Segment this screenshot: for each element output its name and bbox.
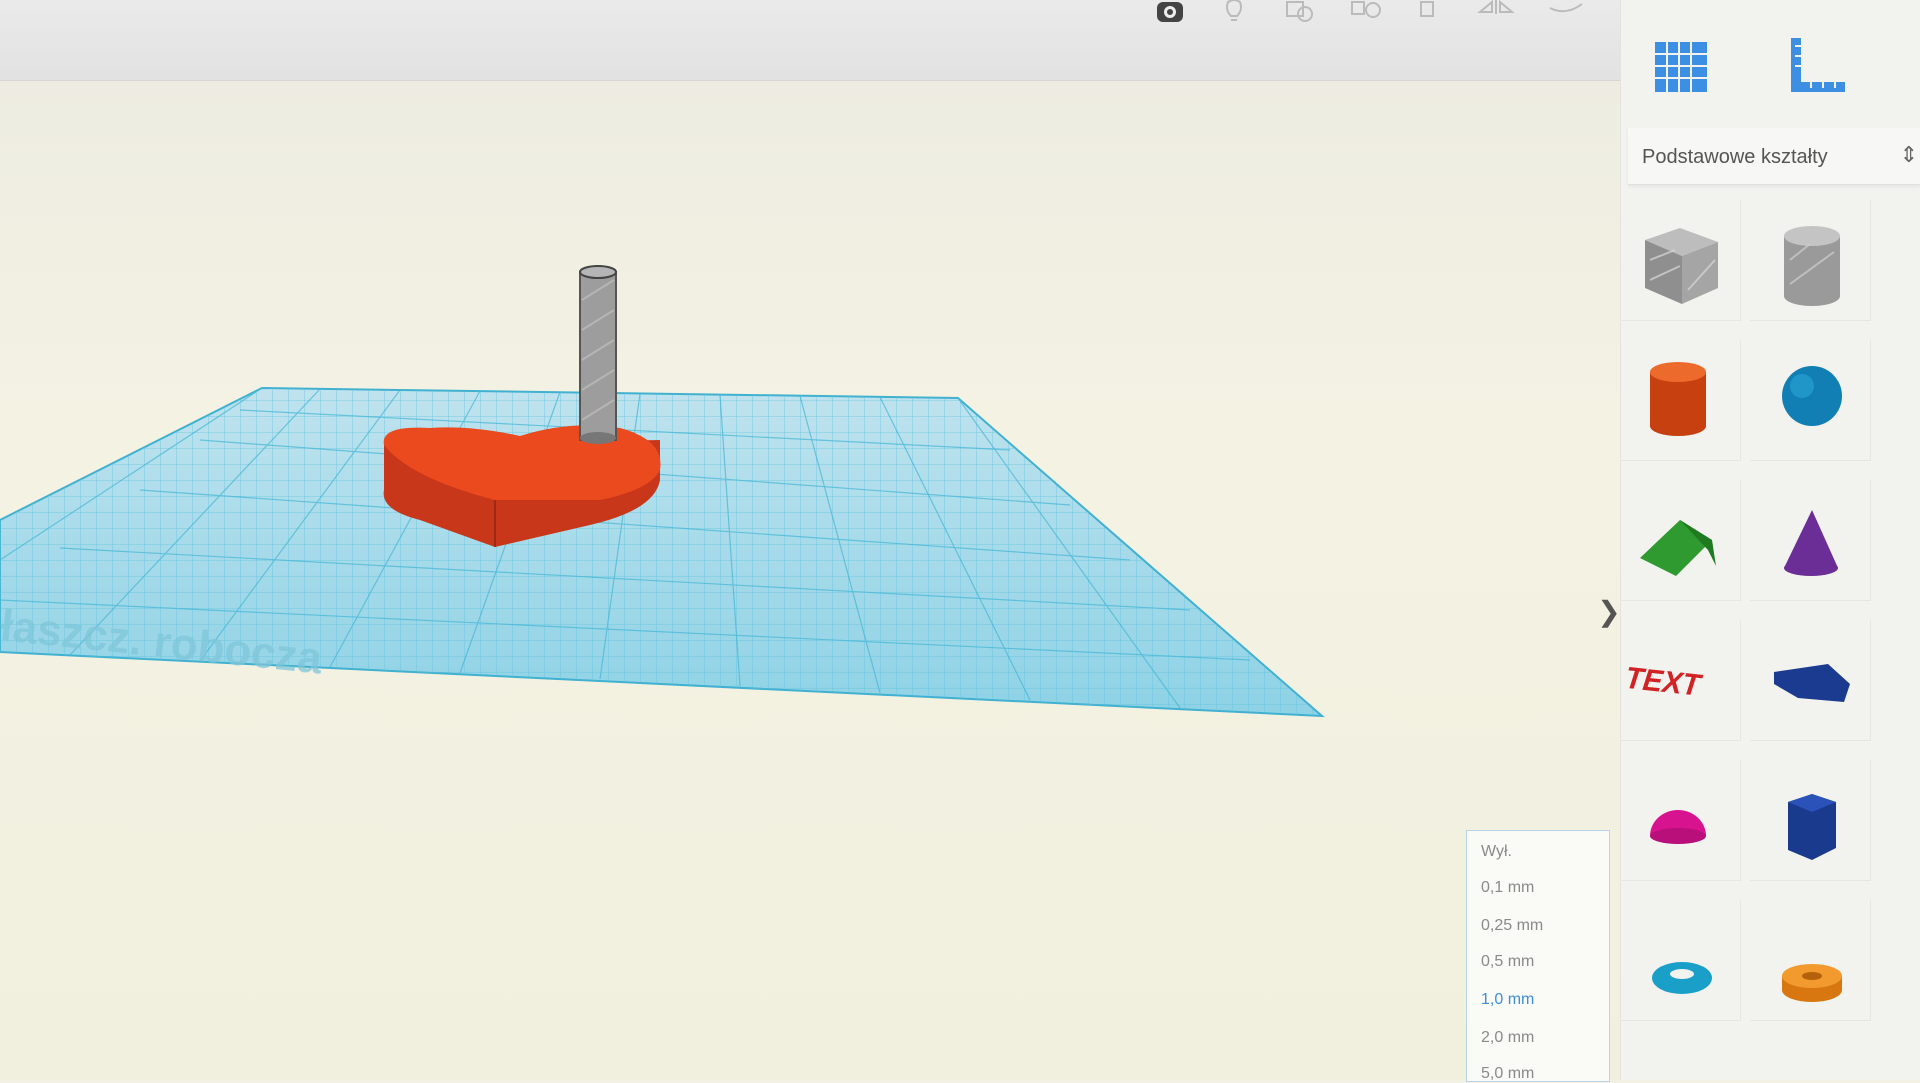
shape-polygon[interactable] (1750, 760, 1871, 881)
snap-option-1-0-selected[interactable]: 1,0 mm (1481, 991, 1534, 1009)
snap-option-off[interactable]: Wył. (1481, 843, 1512, 861)
shape-tube[interactable] (1750, 900, 1871, 1021)
workplane-grid-icon[interactable] (1649, 34, 1713, 98)
svg-text:TEXT: TEXT (1620, 662, 1705, 703)
ruler-icon[interactable] (1783, 34, 1847, 98)
box-hole-icon (1645, 228, 1718, 304)
snap-grid-dropdown[interactable]: Wył. 0,1 mm 0,25 mm 0,5 mm 1,0 mm 2,0 mm… (1466, 830, 1610, 1082)
polygon-icon (1788, 794, 1836, 860)
torus-icon (1652, 962, 1712, 994)
shape-roof[interactable] (1620, 480, 1741, 601)
snap-option-0-1[interactable]: 0,1 mm (1481, 879, 1534, 897)
shape-half-sphere[interactable] (1620, 760, 1741, 881)
snap-option-5-0[interactable]: 5,0 mm (1481, 1065, 1534, 1083)
hole-cylinder[interactable] (579, 265, 617, 444)
shape-category-select[interactable]: Podstawowe kształty ⇕ (1628, 128, 1920, 185)
shape-cylinder-hole[interactable] (1750, 200, 1871, 321)
shape-wedge[interactable] (1750, 620, 1871, 741)
select-arrows-icon: ⇕ (1899, 142, 1918, 167)
shape-cone[interactable] (1750, 480, 1871, 601)
collapse-panel-button[interactable]: ❯ (1597, 590, 1621, 634)
snap-option-2-0[interactable]: 2,0 mm (1481, 1029, 1534, 1047)
roof-icon (1640, 520, 1716, 576)
shape-sphere[interactable] (1750, 340, 1871, 461)
workplane-view[interactable]: Płaszcz. robocza (0, 0, 1620, 1080)
shape-category-label: Podstawowe kształty (1642, 146, 1828, 168)
cylinder-hole-icon (1784, 226, 1840, 306)
shape-torus[interactable] (1620, 900, 1741, 1021)
shape-cylinder[interactable] (1620, 340, 1741, 461)
text-shape-icon: TEXT (1620, 662, 1705, 703)
shape-text[interactable]: TEXT (1620, 620, 1741, 741)
wedge-icon (1774, 664, 1850, 702)
half-sphere-icon (1650, 810, 1706, 844)
snap-option-0-5[interactable]: 0,5 mm (1481, 953, 1534, 971)
snap-option-0-25[interactable]: 0,25 mm (1481, 917, 1543, 935)
tube-icon (1782, 964, 1842, 1002)
cone-icon (1784, 510, 1838, 576)
shape-box-hole[interactable] (1620, 200, 1741, 321)
cylinder-icon (1650, 362, 1706, 436)
sphere-icon (1782, 366, 1842, 426)
